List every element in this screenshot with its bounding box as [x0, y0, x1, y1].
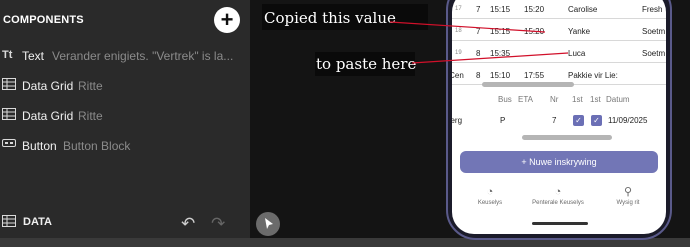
- component-description: Ritte: [78, 109, 103, 123]
- table-cell: 11/09/2025: [608, 116, 648, 125]
- column-header: Nr: [550, 95, 559, 104]
- column-header: Datum: [606, 95, 630, 104]
- table-cell: Yanke: [568, 27, 591, 36]
- data-section-label[interactable]: DATA: [23, 216, 52, 228]
- annotation-copied: Copied this value: [264, 9, 396, 27]
- cursor-arrow-icon: [265, 218, 273, 229]
- table-cell: 17:55: [524, 71, 545, 80]
- table-cell: 7: [552, 116, 557, 125]
- table-cell: ed Cen: [452, 71, 464, 80]
- panel-header: COMPONENTS +: [0, 6, 250, 34]
- pie-chart-icon: ◔: [554, 186, 562, 198]
- redo-icon[interactable]: ↷: [211, 214, 225, 234]
- table-cell: 15:20: [524, 5, 545, 14]
- column-header: ETA: [518, 95, 533, 104]
- table-cell: 7: [476, 5, 481, 14]
- component-name: Data Grid: [22, 109, 74, 123]
- horizontal-scrollbar[interactable]: [522, 135, 612, 140]
- pointer-tool-button[interactable]: [256, 212, 280, 236]
- component-item-data-grid[interactable]: Data Grid Ritte: [0, 105, 250, 127]
- button-block-icon: [2, 138, 16, 152]
- component-item-text[interactable]: Tt Text Verander enigiets. "Vertrek" is …: [0, 45, 250, 67]
- text-type-icon: Tt: [2, 49, 13, 61]
- table-cell: 15:10: [490, 71, 511, 80]
- table-cell: 8: [476, 49, 481, 58]
- component-name: Data Grid: [22, 79, 74, 93]
- tab-label: Keuselys: [477, 200, 503, 206]
- table-cell: Luca: [568, 49, 586, 58]
- column-header: Bus: [498, 95, 512, 104]
- table-cell: Fresh: [642, 5, 663, 14]
- component-name: Text: [22, 49, 45, 63]
- component-item-data-grid[interactable]: Data Grid Ritte: [0, 75, 250, 97]
- component-name: Button: [22, 139, 57, 153]
- table-icon: [2, 78, 16, 92]
- table-cell: 8: [476, 71, 481, 80]
- component-description: Button Block: [63, 139, 131, 153]
- checkbox[interactable]: ✓: [591, 115, 602, 126]
- component-description: Verander enigiets. "Vertrek" is la...: [52, 49, 234, 63]
- table-icon: [2, 108, 16, 122]
- panel-footer: DATA ↶ ↷: [0, 210, 250, 236]
- tab-wysig-rit[interactable]: ⚲ Wysig rit: [598, 186, 658, 206]
- table-cell: berg: [452, 116, 463, 125]
- grid-header: Bus ETA Nr 1st 1st Datum: [452, 90, 666, 110]
- row-number: 18: [455, 28, 462, 34]
- tab-bar: ◔ Keuselys ◔ Penterale Keuselys ⚲ Wysig …: [452, 186, 666, 214]
- table-cell: 15:15: [490, 27, 511, 36]
- table-cell: Pakkie vir Lie:: [568, 71, 618, 80]
- component-description: Ritte: [78, 79, 103, 93]
- table-cell: 15:20: [524, 27, 545, 36]
- annotation-paste: to paste here: [316, 55, 417, 73]
- table-row[interactable]: 19 8 15:35 Luca Soetm: [452, 42, 666, 63]
- row-number: 19: [455, 50, 462, 56]
- tab-keuselys[interactable]: ◔ Keuselys: [460, 186, 520, 206]
- component-item-button[interactable]: Button Button Block: [0, 135, 250, 157]
- components-panel: COMPONENTS + Tt Text Verander enigiets. …: [0, 0, 250, 247]
- home-indicator: [532, 222, 588, 225]
- table-row[interactable]: 17 7 15:15 15:20 Carolise Fresh: [452, 0, 666, 19]
- tab-label: Penterale Keuselys: [532, 200, 584, 206]
- table-cell: 15:35: [490, 49, 511, 58]
- horizontal-scrollbar[interactable]: [482, 82, 574, 87]
- row-number: 17: [455, 6, 462, 12]
- tab-penterale-keuselys[interactable]: ◔ Penterale Keuselys: [528, 186, 588, 206]
- table-cell: Soetm: [642, 27, 666, 36]
- table-row[interactable]: berg P 7 ✓ ✓ 11/09/2025: [452, 112, 666, 134]
- column-header: 1st: [590, 95, 601, 104]
- column-header: 1st: [572, 95, 583, 104]
- table-cell: 7: [476, 27, 481, 36]
- table-cell: Carolise: [568, 5, 598, 14]
- add-component-button[interactable]: +: [214, 7, 240, 33]
- pie-chart-icon: ◔: [486, 186, 494, 198]
- new-entry-button[interactable]: + Nuwe inskrywing: [460, 151, 658, 173]
- panel-title: COMPONENTS: [3, 14, 84, 26]
- tab-label: Wysig rit: [616, 200, 640, 206]
- bicycle-icon: ⚲: [623, 186, 633, 198]
- undo-icon[interactable]: ↶: [181, 214, 195, 234]
- table-row[interactable]: 18 7 15:15 15:20 Yanke Soetm: [452, 20, 666, 41]
- table-cell: Soetm: [642, 49, 666, 58]
- checkbox[interactable]: ✓: [573, 115, 584, 126]
- table-cell: P: [500, 116, 506, 125]
- data-table-icon[interactable]: [2, 215, 16, 229]
- phone-screen: 17 7 15:15 15:20 Carolise Fresh 18 7 15:…: [452, 0, 666, 234]
- table-cell: 15:15: [490, 5, 511, 14]
